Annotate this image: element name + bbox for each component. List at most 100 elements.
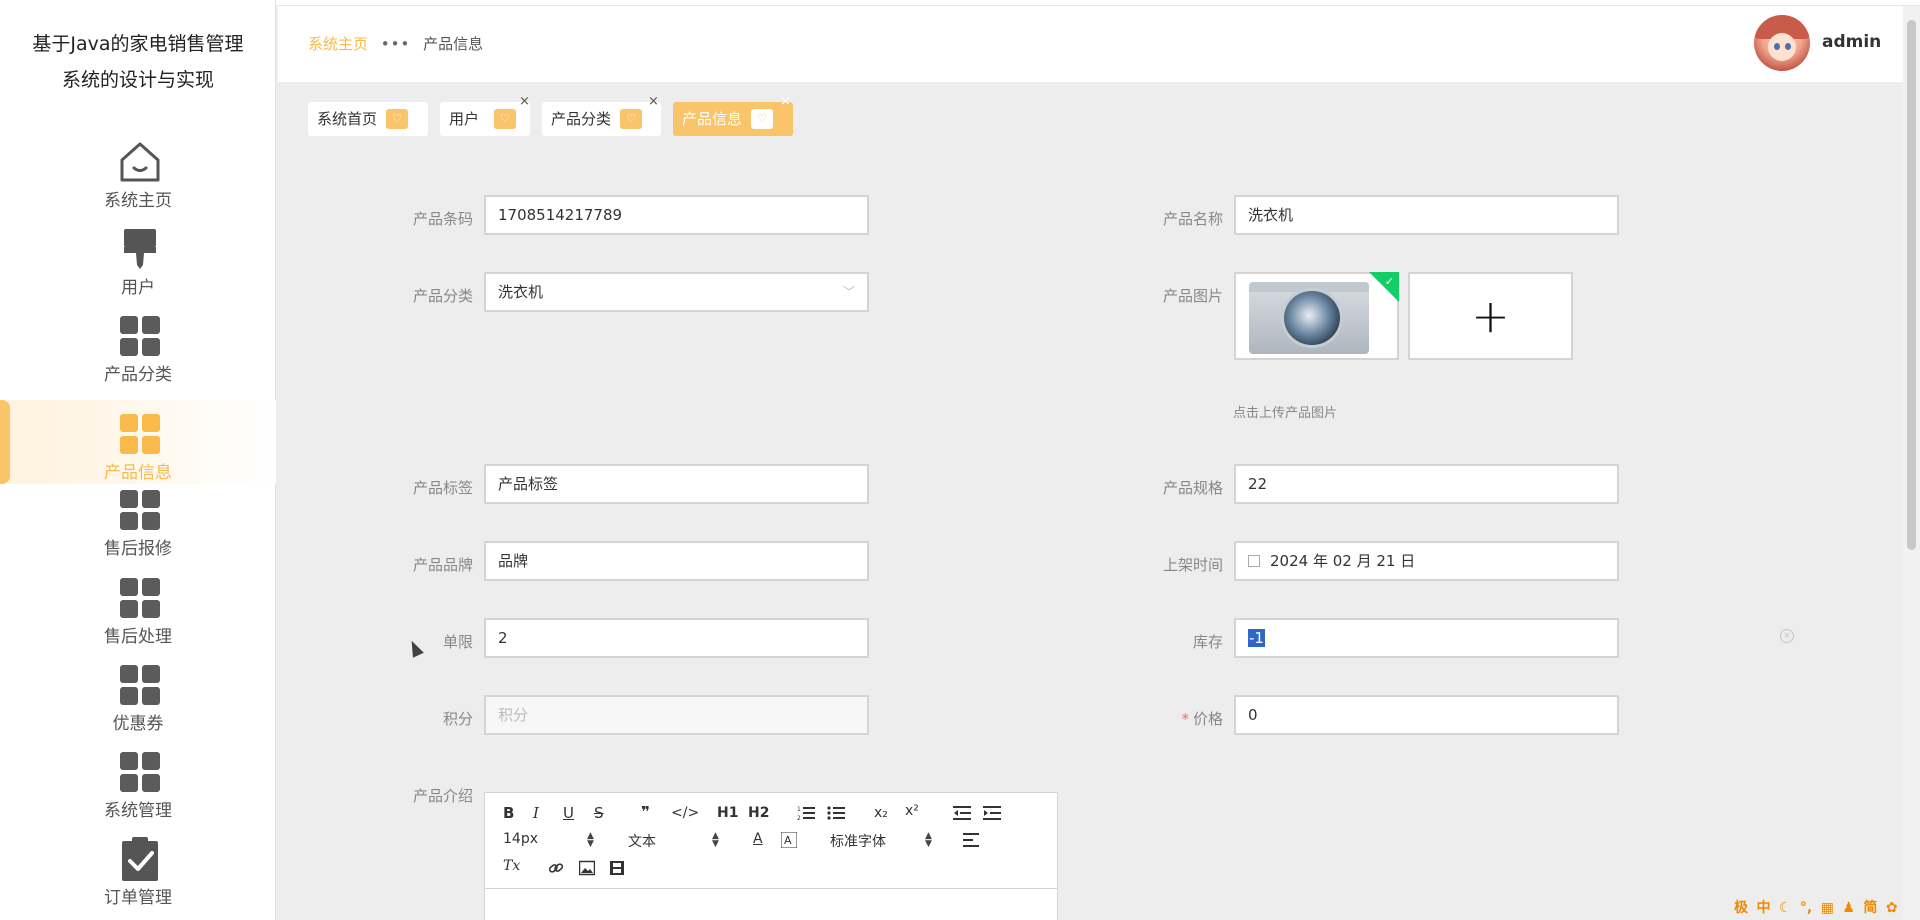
tag-label: 产品信息 [682, 110, 743, 128]
svg-text:A: A [784, 834, 792, 847]
points-label: 积分 [442, 710, 473, 728]
breadcrumb-current: 产品信息 [423, 35, 484, 53]
price-input[interactable]: 0 [1234, 695, 1619, 735]
tag-product-info[interactable]: 产品信息 ♡ × [673, 95, 793, 136]
sidebar-item-system-management[interactable]: 系统管理 [0, 738, 276, 822]
ordered-list-icon[interactable]: 12 [797, 805, 815, 821]
tray-item[interactable]: °, [1800, 900, 1812, 916]
avatar[interactable] [1754, 15, 1810, 71]
font-size-select[interactable]: 14px [503, 831, 538, 847]
code-icon[interactable]: </> [671, 805, 699, 821]
heart-icon: ♡ [751, 109, 773, 129]
tray-item[interactable]: ✿ [1886, 900, 1898, 916]
tray-item[interactable]: 极 [1734, 897, 1748, 917]
tag-system-home[interactable]: 系统首页 ♡ [308, 102, 428, 136]
block-type-select[interactable]: 文本 [628, 831, 656, 851]
tag-close-icon[interactable]: × [780, 95, 791, 109]
italic-icon[interactable]: I [533, 804, 539, 822]
indent-icon[interactable] [983, 805, 1001, 821]
brand-label: 产品品牌 [412, 556, 473, 574]
rich-text-editor[interactable]: B I U S ❞ </> H1 H2 12 x₂ x² 14px ▲ ▼ 文本 … [484, 792, 1058, 920]
heart-icon: ♡ [494, 109, 516, 129]
video-icon[interactable] [609, 860, 625, 876]
font-color-icon[interactable]: A [753, 831, 763, 847]
sidebar-item-label: 优惠券 [112, 714, 164, 734]
h2-icon[interactable]: H2 [748, 805, 769, 821]
sidebar-item-label: 产品分类 [104, 365, 172, 385]
sidebar-item-aftersales-processing[interactable]: 售后处理 [0, 564, 276, 648]
image-icon[interactable] [579, 860, 595, 876]
category-select[interactable]: 洗衣机 ﹀ [484, 272, 869, 312]
upload-add-button[interactable]: + [1408, 272, 1573, 360]
stock-input[interactable]: -1 [1234, 618, 1619, 658]
clear-format-icon[interactable]: Tx [503, 858, 520, 874]
select-arrows-icon: ▲ ▼ [712, 831, 719, 849]
points-input[interactable]: 积分 [484, 695, 869, 735]
uploaded-image-card[interactable]: ✓ [1234, 272, 1399, 360]
name-label: 产品名称 [1162, 210, 1223, 228]
link-icon[interactable] [548, 860, 564, 876]
sidebar-item-user[interactable]: 用户 [0, 215, 276, 299]
calendar-icon [1248, 555, 1260, 567]
select-arrows-icon: ▲ ▼ [587, 831, 594, 849]
spec-input[interactable]: 22 [1234, 464, 1619, 504]
grid-icon [116, 574, 164, 622]
sidebar-item-order-management[interactable]: 订单管理 [0, 825, 276, 909]
subscript-icon[interactable]: x₂ [874, 805, 888, 821]
svg-text:2: 2 [797, 815, 801, 821]
tray-item[interactable]: ▦ [1821, 900, 1834, 916]
top-header: 系统主页 ••• 产品信息 admin [278, 6, 1903, 82]
name-input[interactable]: 洗衣机 [1234, 195, 1619, 235]
sidebar-item-label: 订单管理 [104, 888, 172, 908]
shelf-time-value: 2024 年 02 月 21 日 [1270, 552, 1416, 570]
tag-close-icon[interactable]: × [648, 95, 659, 109]
sidebar-item-label: 售后报修 [104, 539, 172, 559]
category-select-value: 洗衣机 [498, 283, 544, 301]
sidebar-item-coupons[interactable]: 优惠券 [0, 651, 276, 735]
vertical-scrollbar[interactable] [1903, 6, 1920, 920]
tag-product-category[interactable]: 产品分类 ♡ × [542, 95, 661, 136]
bold-icon[interactable]: B [503, 804, 514, 822]
shelf-time-picker[interactable]: 2024 年 02 月 21 日 [1234, 541, 1619, 581]
sidebar-item-home[interactable]: 系统主页 [0, 128, 276, 212]
tray-item[interactable]: 中 [1756, 897, 1770, 917]
sidebar-item-aftersales-repair[interactable]: 售后报修 [0, 476, 276, 560]
clear-icon[interactable]: × [1780, 629, 1794, 643]
tag-user[interactable]: 用户 ♡ × [440, 95, 530, 136]
barcode-label: 产品条码 [412, 210, 473, 228]
font-family-select[interactable]: 标准字体 [830, 831, 886, 851]
outdent-icon[interactable] [953, 805, 971, 821]
quote-icon[interactable]: ❞ [641, 803, 650, 821]
upload-hint: 点击上传产品图片 [1233, 406, 1338, 421]
barcode-input[interactable]: 1708514217789 [484, 195, 869, 235]
grid-icon [116, 661, 164, 709]
sidebar-item-product-info[interactable]: 产品信息 [0, 400, 276, 484]
shelf-time-label: 上架时间 [1162, 556, 1223, 574]
username[interactable]: admin [1822, 32, 1881, 52]
underline-icon[interactable]: U [563, 804, 574, 822]
sidebar-item-product-category[interactable]: 产品分类 [0, 302, 276, 386]
brand-input[interactable]: 品牌 [484, 541, 869, 581]
tag-close-icon[interactable]: × [519, 95, 530, 109]
bullet-list-icon[interactable] [827, 805, 845, 821]
heart-icon: ♡ [620, 109, 642, 129]
product-tag-input[interactable]: 产品标签 [484, 464, 869, 504]
tray-item[interactable]: ♟ [1842, 900, 1855, 916]
sidebar-item-label: 系统主页 [104, 191, 172, 211]
breadcrumb-home-link[interactable]: 系统主页 [308, 35, 368, 53]
category-label: 产品分类 [412, 287, 473, 305]
background-color-icon[interactable]: A [781, 832, 797, 848]
tray-item[interactable]: 简 [1863, 897, 1877, 917]
scrollbar-thumb[interactable] [1907, 20, 1916, 550]
tray-item[interactable]: ☾ [1779, 900, 1792, 916]
limit-input[interactable]: 2 [484, 618, 869, 658]
superscript-icon[interactable]: x² [905, 803, 919, 819]
h1-icon[interactable]: H1 [717, 805, 738, 821]
clipboard-check-icon [122, 837, 158, 881]
svg-text:1: 1 [797, 806, 801, 813]
align-icon[interactable] [963, 833, 979, 847]
check-icon: ✓ [1384, 275, 1394, 288]
tag-label: 用户 [449, 110, 480, 128]
ime-tray: 极 中 ☾ °, ▦ ♟ 简 ✿ [1734, 897, 1902, 919]
strikethrough-icon[interactable]: S [594, 804, 604, 822]
